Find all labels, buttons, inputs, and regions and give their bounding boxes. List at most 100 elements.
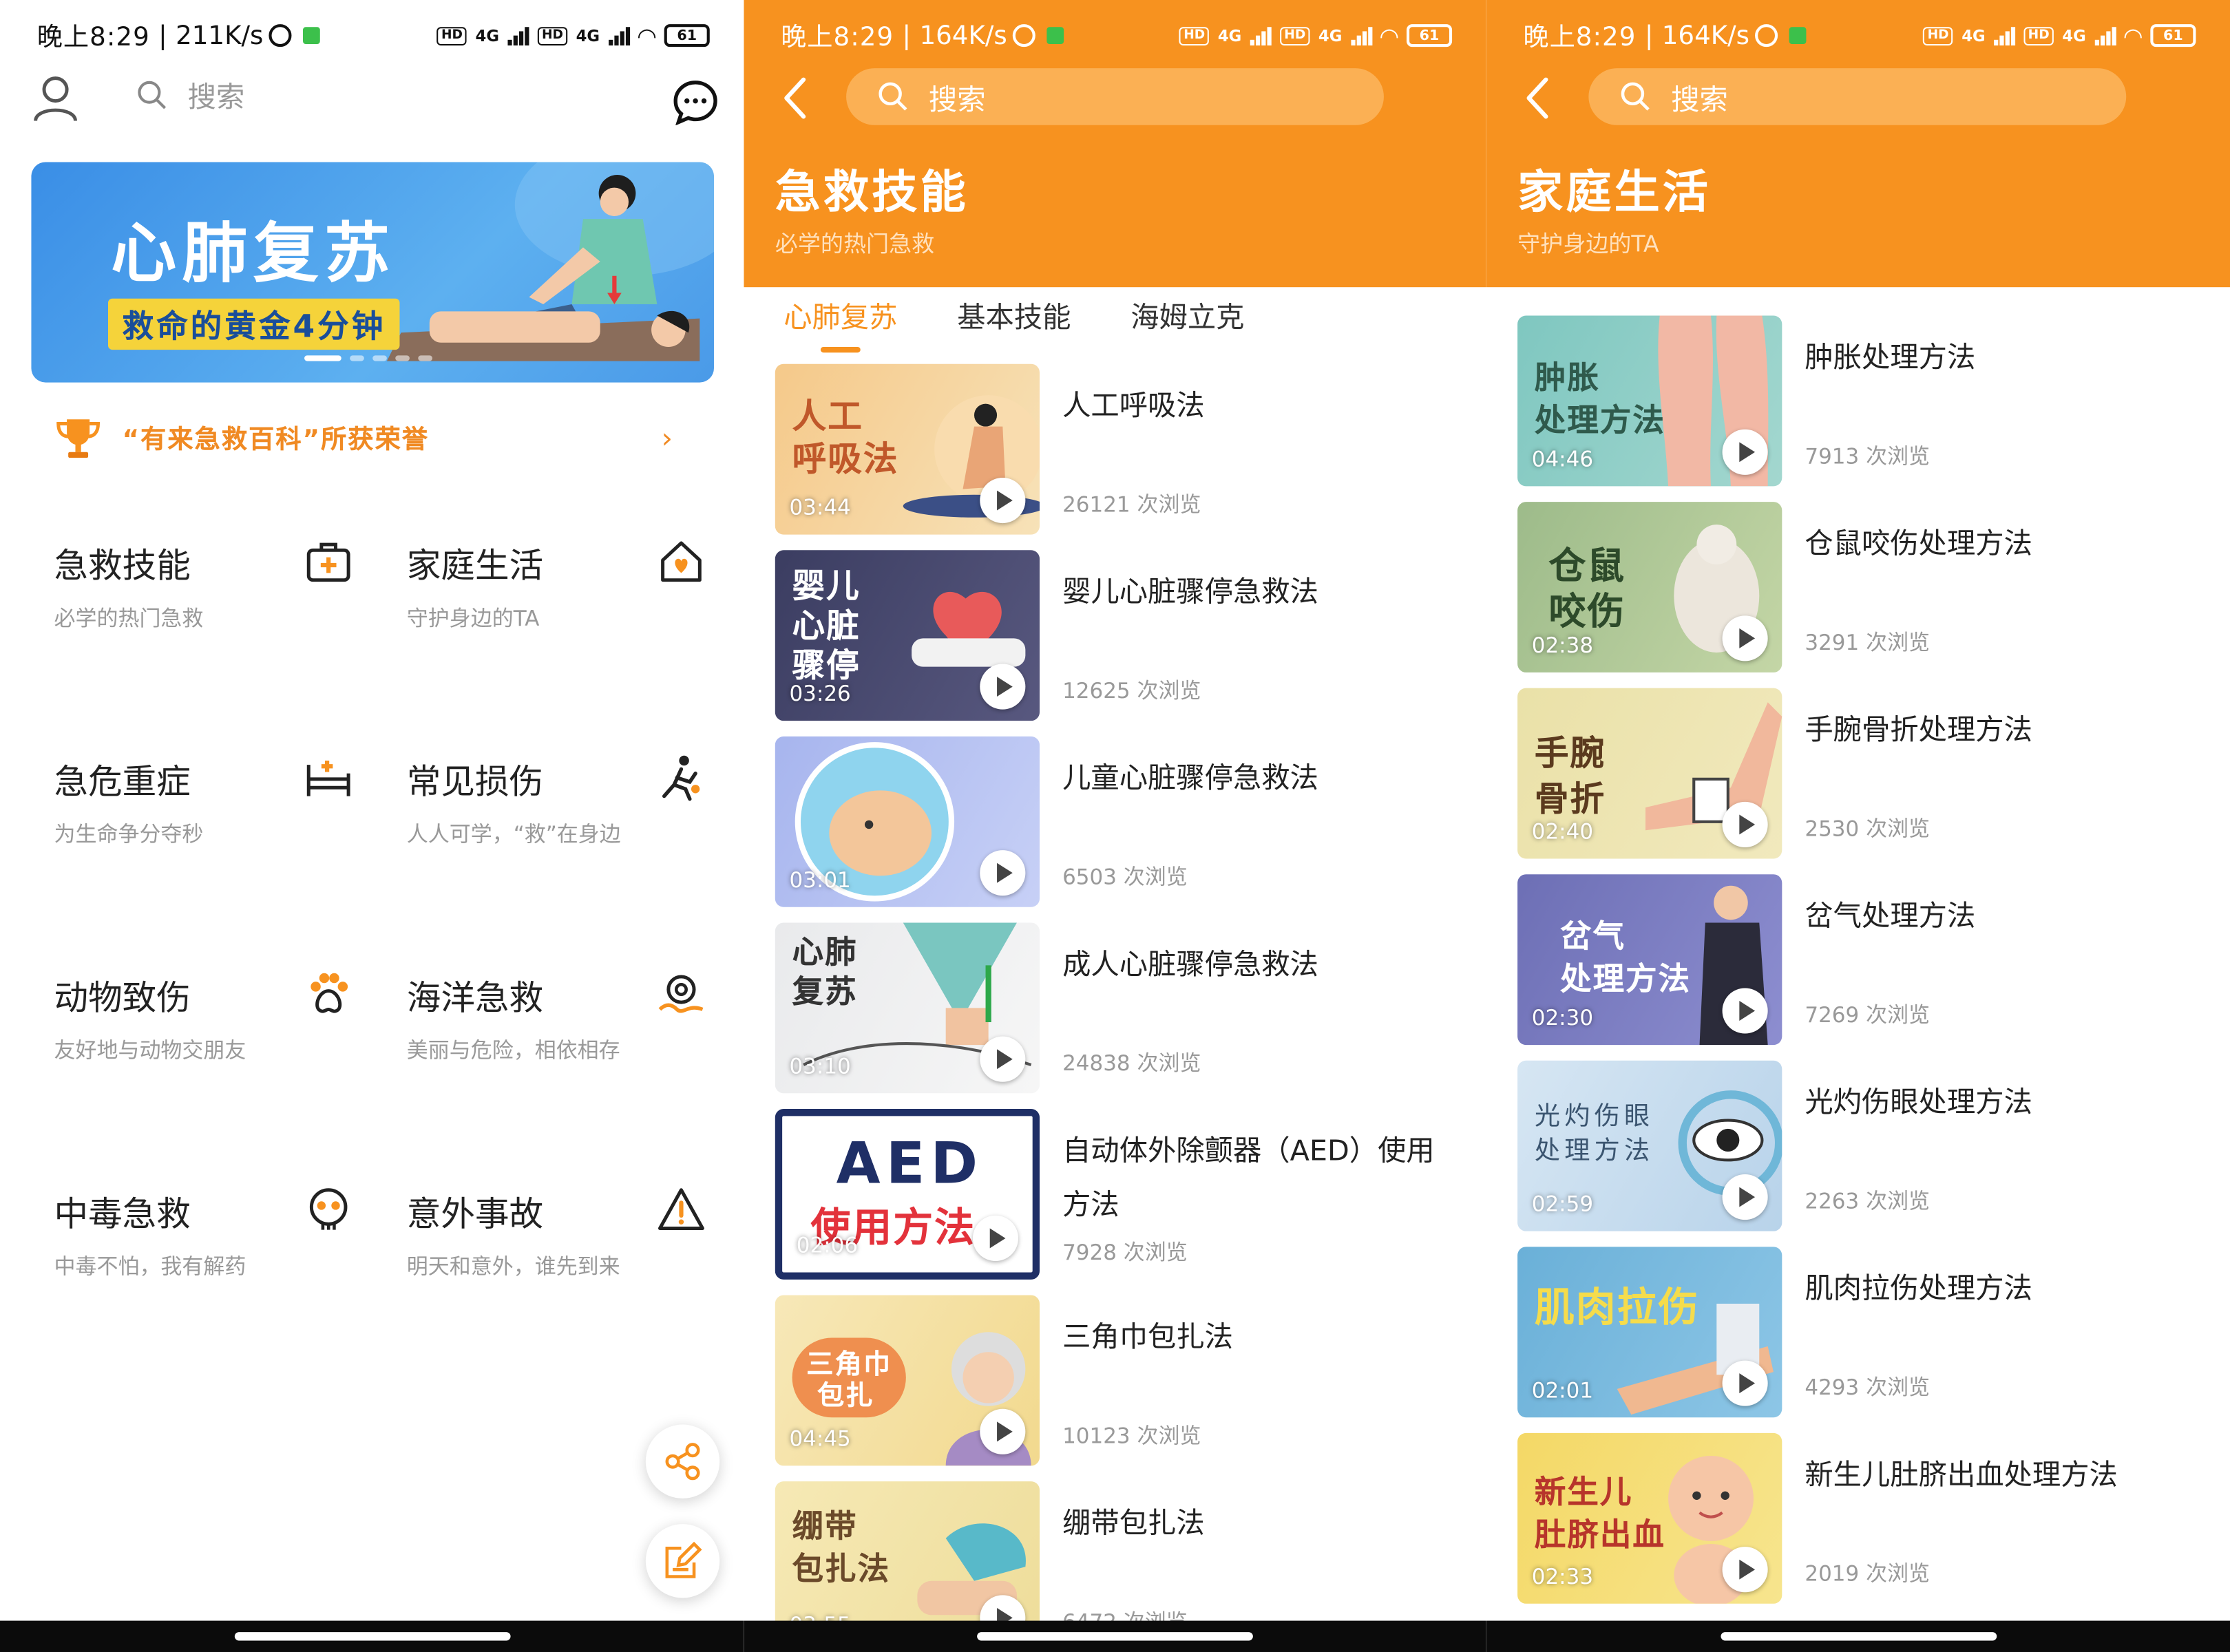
category-family-life[interactable]: 家庭生活 守护身边的TA bbox=[407, 538, 706, 651]
status-bar: 晚上8:29 | 164K/s HD 4G HD 4G ◠ 61 bbox=[1523, 12, 2196, 60]
category-common-injury[interactable]: 常见损伤 人人可学，“救”在身边 bbox=[407, 754, 706, 867]
play-icon[interactable] bbox=[1722, 1360, 1768, 1406]
video-views: 6503 次浏览 bbox=[1062, 864, 1188, 890]
user-icon[interactable] bbox=[31, 74, 79, 122]
play-icon[interactable] bbox=[980, 1036, 1026, 1082]
video-item[interactable]: 仓鼠 咬伤 02:38 仓鼠咬伤处理方法 3291 次浏览 bbox=[1517, 502, 2230, 688]
play-icon[interactable] bbox=[1722, 988, 1768, 1034]
running-injury-icon bbox=[662, 755, 700, 801]
wifi-icon: ◠ bbox=[1380, 22, 1398, 50]
home-indicator[interactable] bbox=[233, 1632, 510, 1641]
video-title: 儿童心脏骤停急救法 bbox=[1062, 760, 1318, 795]
play-icon[interactable] bbox=[1722, 429, 1768, 475]
net-label: 4G bbox=[2062, 26, 2086, 45]
net-label: 4G bbox=[1217, 26, 1242, 45]
category-poisoning[interactable]: 中毒急救 中毒不怕，我有解药 bbox=[54, 1186, 353, 1300]
search-bar[interactable]: 搜索 bbox=[136, 74, 244, 115]
category-critical-illness[interactable]: 急危重症 为生命争分夺秒 bbox=[54, 754, 353, 867]
video-item[interactable]: 人工 呼吸法 03:44 人工呼吸法 26121 次浏览 bbox=[775, 363, 1486, 551]
play-icon[interactable] bbox=[1722, 801, 1768, 847]
video-views: 10123 次浏览 bbox=[1062, 1423, 1201, 1449]
video-item[interactable]: 岔气 处理方法 02:30 岔气处理方法 7269 次浏览 bbox=[1517, 874, 2230, 1061]
video-item[interactable]: 03:01 儿童心脏骤停急救法 6503 次浏览 bbox=[775, 736, 1486, 923]
page-title: 家庭生活 bbox=[1517, 165, 1712, 220]
hd-badge: HD bbox=[2023, 26, 2054, 45]
video-item[interactable]: 新生儿 肚脐出血 02:33 新生儿肚脐出血处理方法 2019 次浏览 bbox=[1517, 1432, 2230, 1620]
thumbnail-text: 新生儿 肚脐出血 bbox=[1534, 1475, 1665, 1554]
skull-icon bbox=[309, 1188, 348, 1230]
home-indicator[interactable] bbox=[977, 1632, 1253, 1641]
search-input[interactable]: 搜索 bbox=[1588, 68, 2127, 125]
category-sub: 明天和意外，谁先到来 bbox=[406, 1253, 620, 1280]
family-life-screen: 晚上8:29 | 164K/s HD 4G HD 4G ◠ 61 搜索 家庭生活… bbox=[1486, 0, 2230, 1652]
status-speed: 211K/s bbox=[176, 20, 264, 51]
video-item[interactable]: 心肺 复苏 03:10 成人心脏骤停急救法 24838 次浏览 bbox=[775, 922, 1486, 1109]
category-animal-injury[interactable]: 动物致伤 友好地与动物交朋友 bbox=[54, 970, 353, 1083]
category-sub: 中毒不怕，我有解药 bbox=[54, 1253, 246, 1280]
play-icon[interactable] bbox=[972, 1215, 1019, 1262]
first-aid-skills-screen: 晚上8:29 | 164K/s HD 4G HD 4G ◠ 61 搜索 急救技能… bbox=[744, 0, 1486, 1652]
video-title: 仓鼠咬伤处理方法 bbox=[1805, 526, 2032, 560]
video-thumbnail: AED 使用方法 02:06 bbox=[775, 1109, 1040, 1280]
video-list: 肿胀 处理方法 04:46 肿胀处理方法 7913 次浏览 仓鼠 咬伤 02:38 … bbox=[1517, 315, 2230, 1620]
thumbnail-text: 岔气 处理方法 bbox=[1560, 920, 1692, 998]
search-icon bbox=[879, 82, 907, 111]
play-icon[interactable] bbox=[1722, 1547, 1768, 1593]
video-views: 26121 次浏览 bbox=[1062, 491, 1201, 518]
play-icon[interactable] bbox=[980, 1408, 1026, 1454]
status-time: 晚上8:29 bbox=[36, 23, 150, 53]
net-label: 4G bbox=[475, 26, 500, 45]
category-sea-rescue[interactable]: 海洋急救 美丽与危险，相依相存 bbox=[407, 970, 706, 1083]
video-thumbnail: 心肺 复苏 03:10 bbox=[775, 922, 1040, 1094]
video-item[interactable]: 光灼伤眼 处理方法 02:59 光灼伤眼处理方法 2263 次浏览 bbox=[1517, 1060, 2230, 1247]
category-accident[interactable]: 意外事故 明天和意外，谁先到来 bbox=[407, 1186, 706, 1300]
message-icon[interactable] bbox=[673, 80, 718, 125]
tab-basic-skills[interactable]: 基本技能 bbox=[957, 293, 1071, 341]
honor-row[interactable]: “有来急救百科”所获荣誉 › bbox=[54, 412, 673, 463]
video-item[interactable]: 手腕 骨折 02:40 手腕骨折处理方法 2530 次浏览 bbox=[1517, 688, 2230, 875]
video-item[interactable]: 婴儿 心脏 骤停 03:26 婴儿心脏骤停急救法 12625 次浏览 bbox=[775, 550, 1486, 737]
video-item[interactable]: AED 使用方法 02:06 自动体外除颤器（AED）使用方法 7928 次浏览 bbox=[775, 1109, 1486, 1295]
play-icon[interactable] bbox=[980, 477, 1026, 524]
back-arrow-icon[interactable] bbox=[1520, 74, 1557, 122]
video-duration: 02:38 bbox=[1531, 633, 1594, 659]
play-icon[interactable] bbox=[1722, 615, 1768, 661]
tab-heimlich[interactable]: 海姆立克 bbox=[1130, 293, 1244, 341]
play-icon[interactable] bbox=[980, 664, 1026, 710]
video-item[interactable]: 肌肉拉伤 02:01 肌肉拉伤处理方法 4293 次浏览 bbox=[1517, 1247, 2230, 1433]
page-subtitle: 守护身边的TA bbox=[1517, 230, 1659, 257]
category-first-aid[interactable]: 急救技能 必学的热门急救 bbox=[54, 538, 353, 651]
share-button[interactable] bbox=[645, 1424, 720, 1499]
video-item[interactable]: 三角巾 包扎 04:45 三角巾包扎法 10123 次浏览 bbox=[775, 1295, 1486, 1482]
signal-icon bbox=[1350, 25, 1372, 46]
category-sub: 友好地与动物交朋友 bbox=[54, 1037, 246, 1063]
video-item[interactable]: 肿胀 处理方法 04:46 肿胀处理方法 7913 次浏览 bbox=[1517, 315, 2230, 502]
battery-icon: 61 bbox=[2150, 24, 2196, 47]
hd-badge: HD bbox=[436, 26, 467, 45]
home-indicator[interactable] bbox=[1720, 1632, 1997, 1641]
play-icon[interactable] bbox=[980, 850, 1026, 896]
cpr-banner[interactable]: 心肺复苏 救命的黄金4分钟 bbox=[31, 162, 714, 383]
video-views: 7269 次浏览 bbox=[1805, 1002, 1931, 1028]
share-icon bbox=[665, 1443, 700, 1481]
video-duration: 02:33 bbox=[1531, 1563, 1594, 1590]
back-arrow-icon[interactable] bbox=[778, 74, 815, 122]
gesture-bar bbox=[0, 1620, 744, 1652]
search-input[interactable]: 搜索 bbox=[846, 68, 1384, 125]
play-icon[interactable] bbox=[1722, 1174, 1768, 1220]
thumbnail-text: 肿胀 处理方法 bbox=[1534, 361, 1665, 440]
feedback-button[interactable] bbox=[645, 1524, 720, 1598]
video-thumbnail: 人工 呼吸法 03:44 bbox=[775, 363, 1040, 535]
search-icon bbox=[138, 80, 167, 109]
video-thumbnail: 手腕 骨折 02:40 bbox=[1517, 688, 1782, 859]
video-thumbnail: 肿胀 处理方法 04:46 bbox=[1517, 315, 1782, 487]
thumbnail-text: 光灼伤眼 处理方法 bbox=[1534, 1101, 1654, 1166]
first-aid-kit-icon bbox=[306, 542, 350, 582]
status-time: 晚上8:29 bbox=[781, 23, 894, 53]
category-title: 常见损伤 bbox=[406, 762, 544, 802]
video-thumbnail: 仓鼠 咬伤 02:38 bbox=[1517, 502, 1782, 673]
signal-icon bbox=[507, 25, 529, 46]
status-speed: 164K/s bbox=[1661, 20, 1750, 51]
tab-cpr[interactable]: 心肺复苏 bbox=[783, 293, 897, 353]
category-title: 中毒急救 bbox=[54, 1194, 191, 1234]
